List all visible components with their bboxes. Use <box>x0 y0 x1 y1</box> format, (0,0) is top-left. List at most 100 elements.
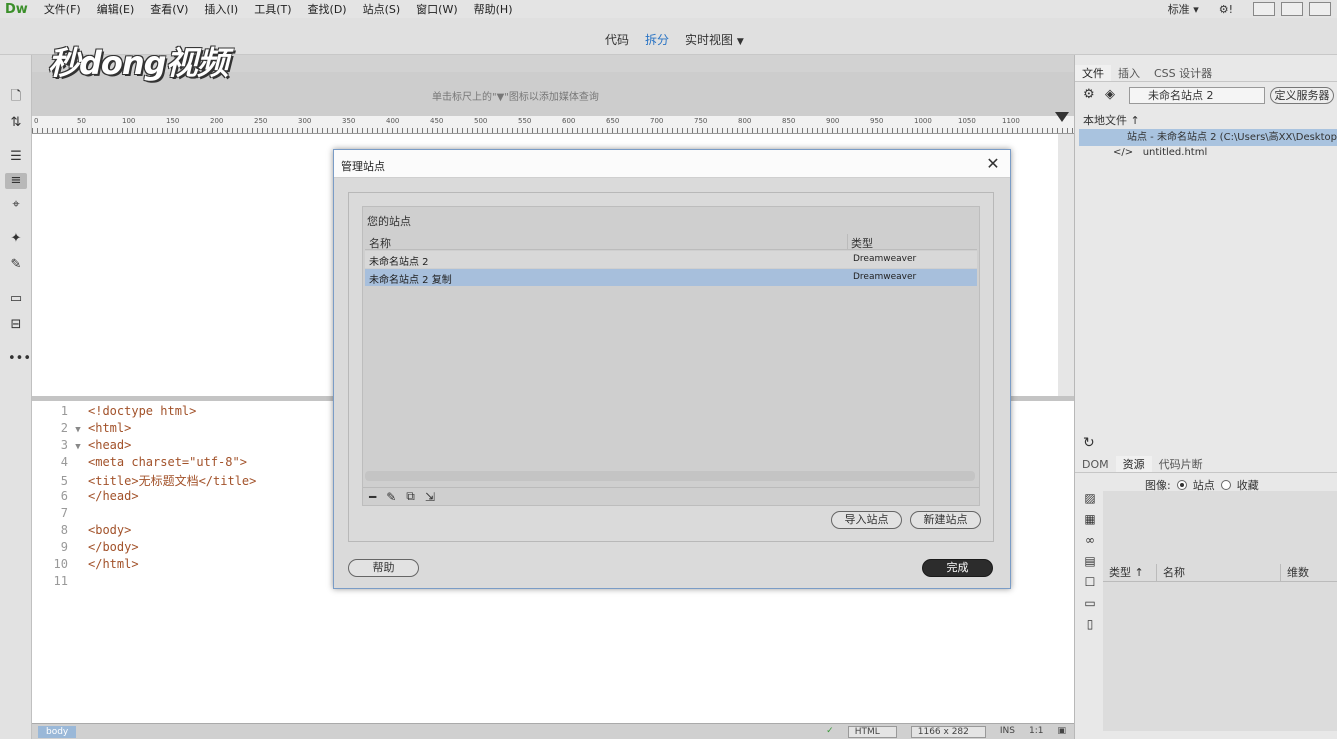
tab-insert[interactable]: 插入 <box>1111 65 1147 81</box>
refresh-icon[interactable]: ↻ <box>1083 435 1095 451</box>
export-site-icon[interactable]: ⇲ <box>425 490 435 504</box>
tab-css-designer[interactable]: CSS 设计器 <box>1147 65 1219 81</box>
menu-site[interactable]: 站点(S) <box>355 1 409 17</box>
tab-assets[interactable]: 资源 <box>1115 456 1152 472</box>
chevron-down-icon: ▾ <box>1193 3 1199 16</box>
format-icon[interactable]: ≡ <box>5 173 27 189</box>
file-item[interactable]: </> untitled.html <box>1113 147 1207 158</box>
remove-site-icon[interactable]: ━ <box>369 490 376 504</box>
asset-columns: 类型 ↑ 名称 维数 <box>1103 564 1337 582</box>
maximize-button[interactable] <box>1281 2 1303 16</box>
window-size-select[interactable]: 1166 x 282 <box>910 726 986 738</box>
col-type-header[interactable]: 类型 <box>851 235 873 251</box>
site-list-scrollbar[interactable] <box>365 471 975 481</box>
ruler-label: 1000 <box>914 117 932 125</box>
new-site-button[interactable]: 新建站点 <box>910 511 981 529</box>
tab-snippets[interactable]: 代码片断 <box>1152 456 1210 472</box>
ruler-label: 800 <box>738 117 752 125</box>
connect-icon[interactable]: ⚙ <box>1083 87 1095 102</box>
asset-preview <box>1103 491 1337 731</box>
more-icon[interactable]: ••• <box>8 351 31 367</box>
tab-files[interactable]: 文件 <box>1075 65 1111 81</box>
design-scrollbar[interactable] <box>1058 134 1074 396</box>
ruler-label: 1050 <box>958 117 976 125</box>
site-row[interactable]: 未命名站点 2 Dreamweaver <box>365 251 977 268</box>
comment-icon[interactable]: ▭ <box>8 291 24 307</box>
define-server-button[interactable]: 定义服务器 <box>1270 87 1334 104</box>
list-icon[interactable]: ☰ <box>8 149 24 165</box>
menu-help[interactable]: 帮助(H) <box>466 1 521 17</box>
site-row-selected[interactable]: 未命名站点 2 复制 Dreamweaver <box>365 269 977 286</box>
ruler-label: 650 <box>606 117 620 125</box>
code-file-icon: </> <box>1113 147 1134 158</box>
menu-insert[interactable]: 插入(I) <box>196 1 246 17</box>
import-site-button[interactable]: 导入站点 <box>831 511 902 529</box>
media-query-hint: 单击标尺上的"▼"图标以添加媒体查询 <box>432 92 599 103</box>
col-type[interactable]: 类型 ↑ <box>1103 564 1157 581</box>
site-root-item[interactable]: 站点 - 未命名站点 2 (C:\Users\高XX\Desktop\... <box>1079 129 1337 146</box>
radio-favorites[interactable] <box>1220 480 1231 490</box>
ruler-label: 50 <box>77 117 86 125</box>
code-line: 2 ▼ <html> <box>60 421 132 435</box>
ruler-label: 750 <box>694 117 708 125</box>
watermark-logo: 秒dong视频 <box>48 44 229 82</box>
code-line: 6 </head> <box>60 489 139 503</box>
close-icon[interactable]: ✕ <box>984 154 1002 173</box>
menu-file[interactable]: 文件(F) <box>36 1 89 17</box>
code-line: 5 <title>无标题文档</title> <box>60 474 257 488</box>
site-name: 未命名站点 2 复制 <box>369 275 452 286</box>
wand-icon[interactable]: ✦ <box>8 231 24 247</box>
link-icon[interactable]: ∞ <box>1079 533 1101 554</box>
preview-icon[interactable]: ▣ <box>1057 726 1066 738</box>
file-icon[interactable]: 🗋 <box>8 89 24 105</box>
target-icon[interactable]: ⌖ <box>8 197 24 213</box>
menu-window[interactable]: 窗口(W) <box>408 1 465 17</box>
ruler-label: 150 <box>166 117 180 125</box>
ruler[interactable]: 0 50 100 150 200 250 300 350 400 450 500… <box>32 112 1074 134</box>
ruler-label: 1100 <box>1002 117 1020 125</box>
template-icon[interactable]: ▭ <box>1079 596 1101 617</box>
close-window-button[interactable] <box>1309 2 1331 16</box>
fold-arrow-icon[interactable]: ▼ <box>68 425 88 435</box>
minimize-button[interactable] <box>1253 2 1275 16</box>
code-line: 9 </body> <box>60 540 139 554</box>
color-icon[interactable]: ▦ <box>1079 512 1101 533</box>
files-toolbar: ⚙ ◈ 未命名站点 2 定义服务器 <box>1075 84 1337 108</box>
done-button[interactable]: 完成 <box>922 559 993 577</box>
col-name-header[interactable]: 名称 <box>369 235 391 251</box>
language-select[interactable]: HTML <box>847 726 897 738</box>
ruler-label: 950 <box>870 117 884 125</box>
workspace-switcher[interactable]: 标准 ▾ <box>1168 1 1199 17</box>
help-button[interactable]: 帮助 <box>348 559 419 577</box>
view-code-tab[interactable]: 代码 <box>605 31 629 48</box>
local-files-header[interactable]: 本地文件 ↑ <box>1083 112 1140 128</box>
edit-site-icon[interactable]: ✎ <box>386 490 396 504</box>
ruler-label: 700 <box>650 117 664 125</box>
view-split-tab[interactable]: 拆分 <box>645 31 669 48</box>
gear-icon[interactable]: ⚙! <box>1219 3 1233 16</box>
media-query-marker-icon[interactable] <box>1055 112 1069 122</box>
menu-edit[interactable]: 编辑(E) <box>89 1 143 17</box>
duplicate-site-icon[interactable]: ⧉ <box>406 489 415 504</box>
assets-panel-tabs: DOM 资源 代码片断 <box>1075 456 1337 473</box>
library-icon[interactable]: ▯ <box>1079 617 1101 638</box>
image-icon[interactable]: ▨ <box>1079 491 1101 512</box>
menu-view[interactable]: 查看(V) <box>142 1 196 17</box>
snippet-icon[interactable]: ⊟ <box>8 317 24 333</box>
radio-site[interactable] <box>1176 480 1187 490</box>
site-select[interactable]: 未命名站点 2 <box>1129 87 1265 104</box>
code-line: 8 <body> <box>60 523 132 537</box>
menu-find[interactable]: 查找(D) <box>300 1 355 17</box>
col-name[interactable]: 名称 <box>1157 564 1281 581</box>
fold-arrow-icon[interactable]: ▼ <box>68 442 88 452</box>
tag-selector-body[interactable]: body <box>38 726 77 738</box>
view-live-tab[interactable]: 实时视图 ▼ <box>685 31 744 48</box>
script-icon[interactable]: ☐ <box>1079 575 1101 596</box>
tab-dom[interactable]: DOM <box>1075 456 1116 472</box>
git-icon[interactable]: ◈ <box>1105 87 1115 102</box>
media-icon[interactable]: ▤ <box>1079 554 1101 575</box>
sort-icon[interactable]: ⇅ <box>8 115 24 131</box>
menu-tools[interactable]: 工具(T) <box>246 1 299 17</box>
col-dims[interactable]: 维数 <box>1281 564 1337 581</box>
brush-icon[interactable]: ✎ <box>8 257 24 273</box>
